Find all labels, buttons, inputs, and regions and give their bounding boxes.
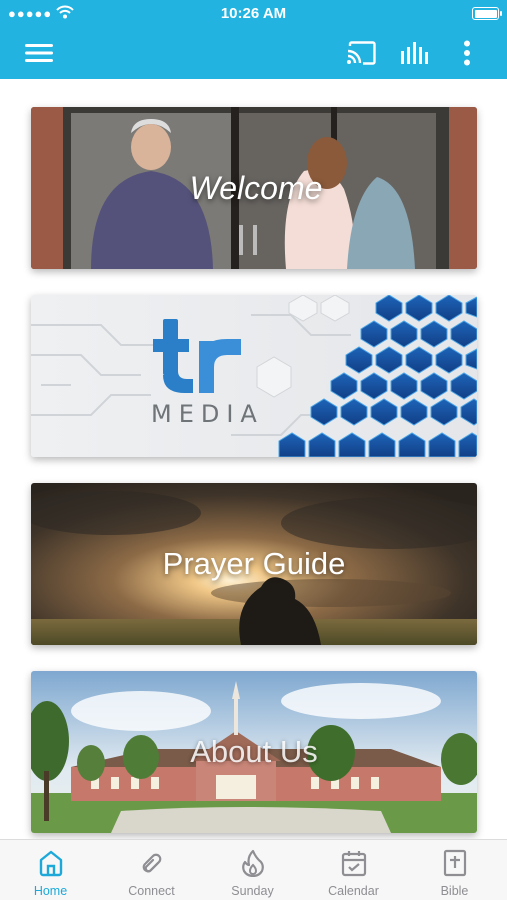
tab-sunday[interactable]: Sunday [202,840,303,900]
bottom-tab-bar: Home Connect Sunday Calendar Bible [0,839,507,900]
menu-button[interactable] [22,36,56,70]
connect-icon [101,849,202,879]
app-bar [0,28,507,79]
cast-icon [347,41,376,65]
prayer-guide-card[interactable]: Prayer Guide [31,483,477,645]
welcome-card[interactable]: Welcome [31,107,477,269]
audio-icon [401,42,428,64]
calendar-icon [303,849,404,879]
audio-button[interactable] [398,36,432,70]
cast-button[interactable] [344,36,378,70]
tab-home[interactable]: Home [0,840,101,900]
menu-icon [25,44,53,62]
status-time: 10:26 AM [220,5,287,22]
battery-icon [472,7,502,20]
more-vertical-icon [464,40,470,66]
media-brand-text: MEDIA [151,400,264,428]
status-bar: ●●●●● 10:26 AM [0,0,507,28]
home-icon [0,849,101,879]
media-card[interactable]: MEDIA [31,295,477,457]
tab-connect[interactable]: Connect [101,840,202,900]
tab-sunday-label: Sunday [231,884,274,898]
more-options-button[interactable] [455,36,479,70]
welcome-title: Welcome [189,169,323,206]
home-feed: Welcome MEDIA Prayer Guide About Us [0,79,507,839]
media-image [31,295,477,457]
about-us-card[interactable]: About Us [31,671,477,833]
tab-home-label: Home [33,884,68,898]
flame-icon [202,849,303,879]
bible-icon [404,849,505,879]
tab-bible[interactable]: Bible [404,840,505,900]
top-bar: ●●●●● 10:26 AM [0,0,507,79]
tab-calendar[interactable]: Calendar [303,840,404,900]
tab-bible-label: Bible [440,884,469,898]
tab-calendar-label: Calendar [328,884,379,898]
about-us-title: About Us [190,734,318,769]
tab-connect-label: Connect [128,884,175,898]
prayer-guide-title: Prayer Guide [162,546,346,581]
